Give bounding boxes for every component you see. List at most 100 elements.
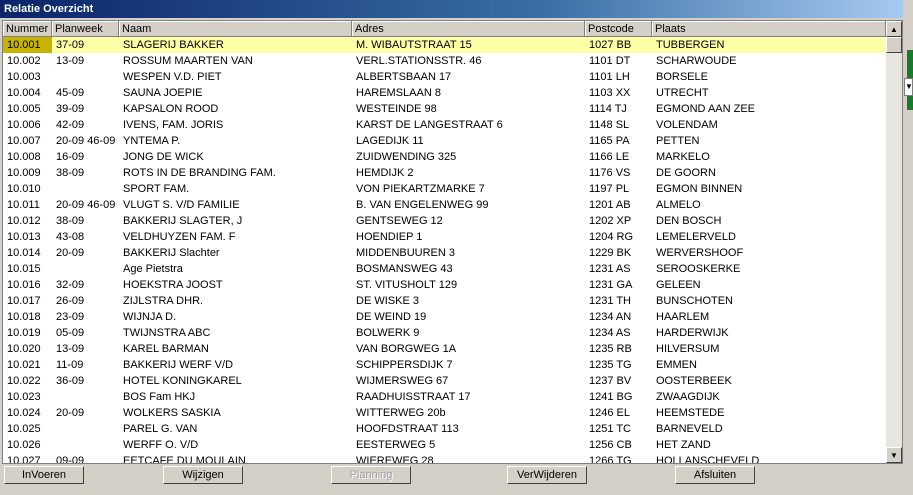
cell-adres[interactable]: VAN BORGWEG 1A: [352, 341, 585, 357]
cell-nummer[interactable]: 10.009: [3, 165, 52, 181]
cell-plaats[interactable]: SCHARWOUDE: [652, 53, 886, 69]
cell-planweek[interactable]: 43-08: [52, 229, 119, 245]
cell-adres[interactable]: WITTERWEG 20b: [352, 405, 585, 421]
cell-plaats[interactable]: HEEMSTEDE: [652, 405, 886, 421]
cell-nummer[interactable]: 10.027: [3, 453, 52, 463]
cell-nummer[interactable]: 10.023: [3, 389, 52, 405]
table-row[interactable]: 10.012 38-09 BAKKERIJ SLAGTER, J GENTSEWEG …: [3, 213, 886, 229]
cell-planweek[interactable]: 45-09: [52, 85, 119, 101]
cell-planweek[interactable]: [52, 389, 119, 405]
cell-planweek[interactable]: 37-09: [52, 37, 119, 53]
cell-plaats[interactable]: EGMON BINNEN: [652, 181, 886, 197]
cell-adres[interactable]: LAGEDIJK 11: [352, 133, 585, 149]
cell-adres[interactable]: BOLWERK 9: [352, 325, 585, 341]
cell-planweek[interactable]: 38-09: [52, 165, 119, 181]
cell-planweek[interactable]: [52, 437, 119, 453]
cell-adres[interactable]: RAADHUISSTRAAT 17: [352, 389, 585, 405]
table-row[interactable]: 10.007 20-09 46-09 YNTEMA P. LAGEDIJK 11 116…: [3, 133, 886, 149]
cell-adres[interactable]: SCHIPPERSDIJK 7: [352, 357, 585, 373]
cell-postcode[interactable]: 1235 TG: [585, 357, 652, 373]
cell-adres[interactable]: EESTERWEG 5: [352, 437, 585, 453]
column-header-nummer[interactable]: Nummer: [3, 21, 52, 37]
cell-planweek[interactable]: 11-09: [52, 357, 119, 373]
table-row[interactable]: 10.017 26-09 ZIJLSTRA DHR. DE WISKE 3 1231 T…: [3, 293, 886, 309]
wijzigen-button[interactable]: Wijzigen: [163, 466, 243, 484]
cell-plaats[interactable]: ZWAAGDIJK: [652, 389, 886, 405]
cell-planweek[interactable]: [52, 421, 119, 437]
column-header-postcode[interactable]: Postcode: [585, 21, 652, 37]
cell-postcode[interactable]: 1101 LH: [585, 69, 652, 85]
cell-planweek[interactable]: 09-09: [52, 453, 119, 463]
cell-plaats[interactable]: WERVERSHOOF: [652, 245, 886, 261]
cell-postcode[interactable]: 1202 XP: [585, 213, 652, 229]
cell-naam[interactable]: HOEKSTRA JOOST: [119, 277, 352, 293]
table-row[interactable]: 10.019 05-09 TWIJNSTRA ABC BOLWERK 9 1234 AS…: [3, 325, 886, 341]
cell-plaats[interactable]: OOSTERBEEK: [652, 373, 886, 389]
cell-naam[interactable]: BAKKERIJ SLAGTER, J: [119, 213, 352, 229]
cell-planweek[interactable]: 13-09: [52, 53, 119, 69]
cell-naam[interactable]: YNTEMA P.: [119, 133, 352, 149]
cell-postcode[interactable]: 1148 SL: [585, 117, 652, 133]
cell-postcode[interactable]: 1204 RG: [585, 229, 652, 245]
scroll-down-arrow-icon[interactable]: ▼: [886, 447, 902, 463]
cell-naam[interactable]: WOLKERS SASKIA: [119, 405, 352, 421]
table-row[interactable]: 10.021 11-09 BAKKERIJ WERF V/D SCHIPPERSDIJ…: [3, 357, 886, 373]
table-row[interactable]: 10.013 43-08 VELDHUYZEN FAM. F HOENDIEP 1 12…: [3, 229, 886, 245]
cell-adres[interactable]: MIDDENBUUREN 3: [352, 245, 585, 261]
cell-postcode[interactable]: 1231 AS: [585, 261, 652, 277]
cell-planweek[interactable]: 13-09: [52, 341, 119, 357]
cell-plaats[interactable]: VOLENDAM: [652, 117, 886, 133]
cell-nummer[interactable]: 10.019: [3, 325, 52, 341]
invoeren-button[interactable]: InVoeren: [4, 466, 84, 484]
cell-naam[interactable]: Age Pietstra: [119, 261, 352, 277]
table-row[interactable]: 10.024 20-09 WOLKERS SASKIA WITTERWEG 20b 12…: [3, 405, 886, 421]
cell-adres[interactable]: WIEREWEG 28: [352, 453, 585, 463]
cell-nummer[interactable]: 10.004: [3, 85, 52, 101]
cell-nummer[interactable]: 10.013: [3, 229, 52, 245]
cell-nummer[interactable]: 10.007: [3, 133, 52, 149]
cell-adres[interactable]: ALBERTSBAAN 17: [352, 69, 585, 85]
cell-postcode[interactable]: 1231 GA: [585, 277, 652, 293]
cell-adres[interactable]: GENTSEWEG 12: [352, 213, 585, 229]
cell-nummer[interactable]: 10.010: [3, 181, 52, 197]
cell-adres[interactable]: ST. VITUSHOLT 129: [352, 277, 585, 293]
cell-naam[interactable]: KAREL BARMAN: [119, 341, 352, 357]
column-header-planweek[interactable]: Planweek: [52, 21, 119, 37]
cell-postcode[interactable]: 1114 TJ: [585, 101, 652, 117]
cell-naam[interactable]: KAPSALON ROOD: [119, 101, 352, 117]
cell-plaats[interactable]: EGMOND AAN ZEE: [652, 101, 886, 117]
cell-plaats[interactable]: LEMELERVELD: [652, 229, 886, 245]
cell-adres[interactable]: M. WIBAUTSTRAAT 15: [352, 37, 585, 53]
cell-naam[interactable]: EETCAFE DU MOULAIN: [119, 453, 352, 463]
table-row[interactable]: 10.001 37-09 SLAGERIJ BAKKER M. WIBAUTSTRAA…: [3, 37, 886, 53]
scroll-thumb[interactable]: [886, 37, 902, 53]
table-row[interactable]: 10.009 38-09 ROTS IN DE BRANDING FAM. HEMDI…: [3, 165, 886, 181]
cell-nummer[interactable]: 10.008: [3, 149, 52, 165]
cell-naam[interactable]: ROTS IN DE BRANDING FAM.: [119, 165, 352, 181]
cell-nummer[interactable]: 10.011: [3, 197, 52, 213]
cell-planweek[interactable]: 20-09: [52, 245, 119, 261]
cell-plaats[interactable]: HAARLEM: [652, 309, 886, 325]
table-row[interactable]: 10.004 45-09 SAUNA JOEPIE HAREMSLAAN 8 1103 …: [3, 85, 886, 101]
cell-adres[interactable]: HAREMSLAAN 8: [352, 85, 585, 101]
cell-naam[interactable]: WESPEN V.D. PIET: [119, 69, 352, 85]
cell-planweek[interactable]: 32-09: [52, 277, 119, 293]
cell-planweek[interactable]: [52, 181, 119, 197]
cell-naam[interactable]: PAREL G. VAN: [119, 421, 352, 437]
cell-adres[interactable]: WIJMERSWEG 67: [352, 373, 585, 389]
cell-adres[interactable]: WESTEINDE 98: [352, 101, 585, 117]
cell-plaats[interactable]: GELEEN: [652, 277, 886, 293]
cell-naam[interactable]: BOS Fam HKJ: [119, 389, 352, 405]
cell-plaats[interactable]: TUBBERGEN: [652, 37, 886, 53]
table-row[interactable]: 10.022 36-09 HOTEL KONINGKAREL WIJMERSWEG 6…: [3, 373, 886, 389]
cell-nummer[interactable]: 10.021: [3, 357, 52, 373]
cell-nummer[interactable]: 10.012: [3, 213, 52, 229]
cell-plaats[interactable]: BORSELE: [652, 69, 886, 85]
cell-naam[interactable]: WIJNJA D.: [119, 309, 352, 325]
cell-postcode[interactable]: 1256 CB: [585, 437, 652, 453]
cell-planweek[interactable]: 20-09 46-09: [52, 197, 119, 213]
cell-nummer[interactable]: 10.001: [3, 37, 52, 53]
cell-naam[interactable]: VLUGT S. V/D FAMILIE: [119, 197, 352, 213]
table-row[interactable]: 10.018 23-09 WIJNJA D. DE WEIND 19 1234 AN HA…: [3, 309, 886, 325]
table-row[interactable]: 10.023 BOS Fam HKJ RAADHUISSTRAAT 17 1241 B…: [3, 389, 886, 405]
